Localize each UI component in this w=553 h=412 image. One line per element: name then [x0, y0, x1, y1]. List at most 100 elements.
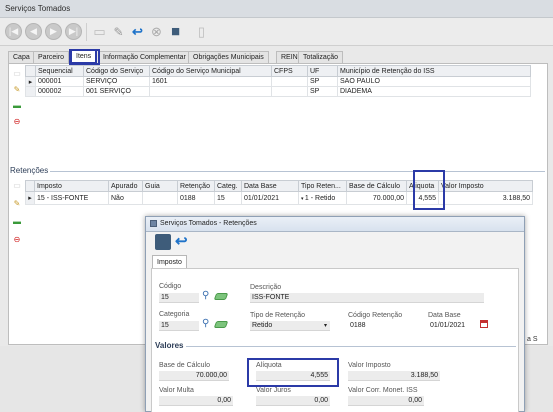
- cell-base-calculo[interactable]: 70.000,00: [346, 191, 407, 205]
- chevron-down-icon[interactable]: ▾: [324, 322, 327, 329]
- cell-uf[interactable]: SP: [307, 76, 338, 87]
- last-record-icon[interactable]: ▶|: [65, 23, 82, 40]
- column-header[interactable]: UF: [307, 65, 338, 77]
- column-header[interactable]: Base de Cálculo: [346, 180, 407, 192]
- descricao-field[interactable]: ISS-FONTE: [250, 293, 484, 303]
- next-record-icon[interactable]: ▶: [45, 23, 62, 40]
- column-header[interactable]: Valor Imposto: [438, 180, 533, 192]
- cell-aliquota[interactable]: 4,555: [406, 191, 439, 205]
- dialog-toolbar: ↩: [146, 232, 524, 252]
- eraser-icon[interactable]: [213, 321, 229, 328]
- new-retencao-icon[interactable]: ▭: [12, 180, 22, 190]
- base-calculo-field[interactable]: 70.000,00: [159, 371, 229, 381]
- cell-retencao[interactable]: 0188: [177, 191, 215, 205]
- valor-imposto-field[interactable]: 3.188,50: [348, 371, 440, 381]
- column-header[interactable]: Apurado: [108, 180, 143, 192]
- delete-icon[interactable]: ▯: [193, 23, 210, 40]
- cell-codigo-servico[interactable]: SERVIÇO: [83, 76, 150, 87]
- cell-imposto[interactable]: 15 - ISS-FONTE: [34, 191, 109, 205]
- undo-arrow-icon[interactable]: ↩: [129, 23, 146, 40]
- cell-sequencial[interactable]: 000002: [35, 86, 84, 97]
- column-header[interactable]: Data Base: [241, 180, 299, 192]
- cell-municipio[interactable]: SAO PAULO: [337, 76, 531, 87]
- delete-item-icon[interactable]: ⊖: [12, 116, 22, 126]
- search-icon[interactable]: ⚲: [202, 318, 209, 329]
- previous-record-icon[interactable]: ◀: [25, 23, 42, 40]
- cell-categ[interactable]: 15: [214, 191, 242, 205]
- column-header[interactable]: Sequencial: [35, 65, 84, 77]
- import-item-icon[interactable]: ▬: [12, 100, 22, 110]
- delete-retencao-icon[interactable]: ⊖: [12, 234, 22, 244]
- valor-juros-label: Valor Juros: [256, 387, 291, 394]
- cell-codigo-municipal[interactable]: [149, 86, 272, 97]
- tab-itens[interactable]: Itens: [70, 49, 98, 64]
- eraser-icon[interactable]: [213, 293, 229, 300]
- column-header[interactable]: Tipo Reten...: [298, 180, 347, 192]
- dialog-titlebar: Serviços Tomados - Retenções: [146, 217, 524, 232]
- valor-multa-label: Valor Multa: [159, 387, 194, 394]
- valor-juros-field[interactable]: 0,00: [256, 396, 330, 406]
- cell-codigo-municipal[interactable]: 1601: [149, 76, 272, 87]
- cell-tipo-text: 1 - Retido: [304, 194, 336, 202]
- undo-arrow-icon[interactable]: ↩: [175, 232, 188, 250]
- aliquota-field[interactable]: 4,555: [256, 371, 330, 381]
- cell-cfps[interactable]: [271, 86, 308, 97]
- row-indicator: [25, 86, 36, 97]
- edit-pencil-icon[interactable]: ✎: [110, 23, 127, 40]
- table-row[interactable]: ▸ 15 - ISS-FONTE Não 0188 15 01/01/2021 …: [25, 191, 533, 205]
- tab-imposto[interactable]: Imposto: [152, 255, 187, 268]
- codigo-retencao-field[interactable]: 0188: [348, 321, 408, 331]
- first-record-icon[interactable]: |◀: [5, 23, 22, 40]
- items-grid-header: Sequencial Código do Serviço Código do S…: [25, 65, 531, 77]
- new-document-icon[interactable]: ▭: [91, 23, 108, 40]
- row-indicator-header: [25, 65, 36, 77]
- cell-apurado[interactable]: Não: [108, 191, 143, 205]
- aliquota-label: Alíquota: [256, 362, 282, 369]
- column-header[interactable]: Retenção: [177, 180, 215, 192]
- cell-guia[interactable]: [142, 191, 178, 205]
- cell-codigo-servico[interactable]: 001 SERVIÇO: [83, 86, 150, 97]
- save-floppy-icon[interactable]: [155, 234, 171, 250]
- save-floppy-icon[interactable]: ■: [167, 23, 184, 40]
- valor-corr-label: Valor Corr. Monet. ISS: [348, 387, 418, 394]
- edit-retencao-icon[interactable]: ✎: [12, 198, 22, 208]
- new-item-icon[interactable]: ▭: [12, 68, 22, 78]
- column-header[interactable]: Guia: [142, 180, 178, 192]
- categoria-field[interactable]: 15: [159, 321, 199, 331]
- codigo-field[interactable]: 15: [159, 293, 199, 303]
- cell-sequencial[interactable]: 000001: [35, 76, 84, 87]
- retencoes-grid-header: Imposto Apurado Guia Retenção Categ. Dat…: [25, 180, 533, 192]
- tipo-retencao-select[interactable]: Retido ▾: [250, 321, 330, 331]
- valor-multa-field[interactable]: 0,00: [159, 396, 233, 406]
- retencoes-grid: Imposto Apurado Guia Retenção Categ. Dat…: [25, 180, 533, 205]
- search-icon[interactable]: ⚲: [202, 290, 209, 301]
- row-indicator-header: [25, 180, 35, 192]
- retencoes-dialog: Serviços Tomados - Retenções ↩ Imposto C…: [145, 216, 525, 412]
- data-base-field[interactable]: 01/01/2021: [428, 321, 476, 331]
- import-retencao-icon[interactable]: ▬: [12, 216, 22, 226]
- column-header[interactable]: Município de Retenção do ISS: [337, 65, 531, 77]
- cell-cfps[interactable]: [271, 76, 308, 87]
- cell-tipo-retencao[interactable]: ▾ 1 - Retido: [298, 191, 347, 205]
- descricao-label: Descrição: [250, 284, 282, 291]
- table-row[interactable]: ▸ 000001 SERVIÇO 1601 SP SAO PAULO: [25, 76, 531, 87]
- column-header[interactable]: Código do Serviço: [83, 65, 150, 77]
- codigo-label: Código: [159, 283, 182, 290]
- window-icon: [150, 220, 157, 227]
- cell-valor-imposto[interactable]: 3.188,50: [438, 191, 533, 205]
- row-indicator-icon: ▸: [25, 76, 36, 87]
- column-header[interactable]: CFPS: [271, 65, 308, 77]
- calendar-icon[interactable]: [480, 320, 488, 328]
- column-header[interactable]: Categ.: [214, 180, 242, 192]
- column-header[interactable]: Imposto: [34, 180, 109, 192]
- retencoes-label: Retenções: [10, 166, 49, 175]
- cell-uf[interactable]: SP: [307, 86, 338, 97]
- cancel-icon[interactable]: ⊗: [148, 23, 165, 40]
- column-header[interactable]: Código do Serviço Municipal: [149, 65, 272, 77]
- edit-item-icon[interactable]: ✎: [12, 84, 22, 94]
- table-row[interactable]: 000002 001 SERVIÇO SP DIADEMA: [25, 86, 531, 97]
- cell-municipio[interactable]: DIADEMA: [337, 86, 531, 97]
- column-header[interactable]: Aliquota: [406, 180, 439, 192]
- cell-data-base[interactable]: 01/01/2021: [241, 191, 299, 205]
- valor-corr-field[interactable]: 0,00: [348, 396, 424, 406]
